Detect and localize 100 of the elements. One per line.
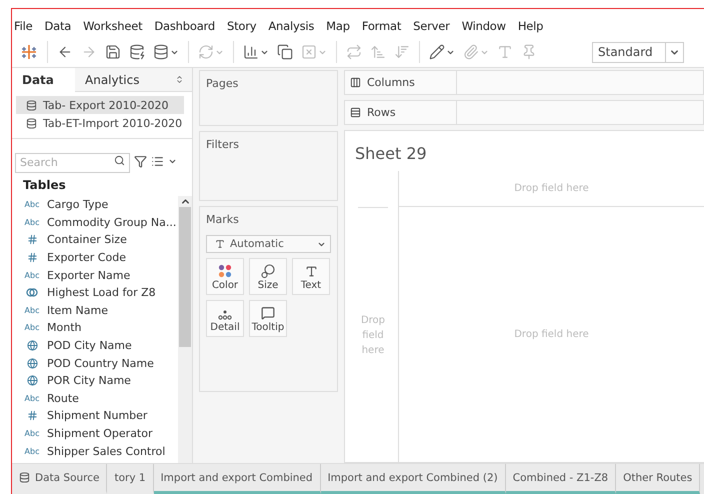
database-icon bbox=[153, 44, 169, 60]
field-name: POD City Name bbox=[47, 339, 132, 352]
field-item[interactable]: Shipment Number bbox=[12, 407, 178, 425]
menu-item[interactable]: Dashboard bbox=[154, 19, 223, 33]
sort-descending-icon bbox=[394, 44, 410, 60]
field-item[interactable]: Abc Shipment Operator bbox=[12, 424, 178, 442]
field-item[interactable]: Exporter Code bbox=[12, 248, 178, 266]
field-item[interactable]: POD City Name bbox=[12, 336, 178, 354]
card-title: Pages bbox=[206, 77, 240, 90]
linked-circles-icon bbox=[26, 287, 38, 298]
search-field[interactable]: Search bbox=[15, 152, 130, 172]
mark-button[interactable]: Detail bbox=[206, 300, 244, 337]
mark-type-dropdown[interactable]: Automatic bbox=[206, 235, 331, 253]
data-source-item[interactable]: Tab- Export 2010-2020 bbox=[16, 96, 184, 114]
pane-tab[interactable]: Data bbox=[12, 68, 75, 92]
data-source-item[interactable]: Tab-ET-Import 2010-2020 bbox=[16, 114, 184, 132]
menu-item[interactable]: Format bbox=[362, 19, 410, 33]
logo-icon bbox=[20, 43, 38, 61]
globe-icon bbox=[26, 358, 38, 369]
field-name: Route bbox=[47, 392, 79, 405]
mark-button[interactable]: Tooltip bbox=[249, 300, 287, 337]
text-icon bbox=[304, 265, 318, 278]
field-name: Shipper Sales Control bbox=[47, 444, 166, 458]
mark-button[interactable]: Size bbox=[249, 258, 287, 295]
text-icon bbox=[497, 44, 513, 60]
shelf-label: Rows bbox=[367, 106, 396, 119]
clear-icon bbox=[301, 44, 317, 60]
detail-dots-icon bbox=[218, 310, 232, 320]
type-label: Abc bbox=[24, 200, 40, 210]
search-icon bbox=[114, 155, 125, 166]
tables-heading: Tables bbox=[22, 177, 67, 194]
hash-icon bbox=[26, 234, 38, 246]
menu-item[interactable]: Data bbox=[44, 19, 80, 33]
shelf-label: Columns bbox=[367, 76, 415, 89]
sort-arrows-icon bbox=[175, 75, 184, 84]
paperclip-icon bbox=[463, 44, 479, 60]
type-label: Abc bbox=[24, 446, 40, 456]
field-name: Container Size bbox=[47, 233, 127, 246]
scrollbar[interactable] bbox=[178, 196, 192, 463]
text-icon bbox=[215, 239, 225, 249]
save-icon bbox=[105, 44, 121, 60]
type-label: Abc bbox=[24, 306, 40, 315]
menu-item[interactable]: Analysis bbox=[268, 19, 322, 33]
type-label: Abc bbox=[24, 323, 40, 332]
fit-dropdown[interactable]: Standard bbox=[592, 42, 684, 62]
field-item[interactable]: POR City Name bbox=[12, 372, 178, 390]
swap-icon bbox=[346, 44, 362, 60]
field-name: POD Country Name bbox=[47, 356, 154, 370]
pin-icon bbox=[521, 44, 537, 60]
globe-icon bbox=[26, 375, 38, 386]
rows-icon bbox=[350, 107, 361, 118]
menu-item[interactable]: Help bbox=[518, 19, 552, 33]
field-name: Commodity Group Na... bbox=[47, 216, 176, 229]
database-icon bbox=[19, 472, 30, 483]
field-item[interactable]: Abc Cargo Type bbox=[12, 196, 178, 214]
field-item[interactable]: Abc Exporter Name bbox=[12, 266, 178, 284]
mark-button[interactable]: Color bbox=[206, 258, 244, 295]
copy-icon bbox=[277, 44, 293, 60]
database-icon bbox=[26, 118, 37, 128]
field-item[interactable]: Abc Item Name bbox=[12, 302, 178, 320]
field-item[interactable]: POD Country Name bbox=[12, 354, 178, 372]
sheet-tab[interactable]: Import and export Combined bbox=[154, 464, 321, 494]
menu-item[interactable]: Worksheet bbox=[83, 19, 150, 33]
list-view-icon[interactable] bbox=[151, 154, 164, 168]
type-label: Abc bbox=[24, 270, 40, 280]
menu-item[interactable]: Server bbox=[413, 19, 458, 33]
size-circles-icon bbox=[261, 264, 275, 278]
pencil-icon bbox=[429, 44, 445, 60]
field-name: POR City Name bbox=[47, 374, 131, 388]
refresh-icon bbox=[198, 44, 214, 60]
mark-button[interactable]: Text bbox=[292, 258, 330, 295]
field-item[interactable]: Abc Month bbox=[12, 319, 178, 337]
hash-icon bbox=[26, 252, 38, 264]
field-item[interactable]: Container Size bbox=[12, 231, 178, 249]
field-item[interactable]: Highest Load for Z8 bbox=[12, 284, 178, 302]
field-name: Exporter Code bbox=[47, 251, 126, 264]
menu-item[interactable]: Map bbox=[326, 19, 358, 33]
card-title: Marks bbox=[206, 213, 240, 226]
menu-item[interactable]: Story bbox=[226, 19, 264, 33]
filter-icon[interactable] bbox=[134, 154, 147, 168]
globe-icon bbox=[26, 340, 38, 352]
field-name: Exporter Name bbox=[47, 268, 130, 282]
sheet-tab[interactable]: Other Routes bbox=[616, 464, 700, 494]
sheet-tab[interactable]: Combined - Z1-Z8 bbox=[506, 464, 616, 494]
field-name: Cargo Type bbox=[47, 198, 108, 212]
field-item[interactable]: Abc Shipper Sales Control bbox=[12, 442, 178, 460]
back-arrow-icon bbox=[57, 44, 73, 60]
shelf[interactable]: Rows bbox=[344, 100, 704, 125]
sheet-tab[interactable]: Import and export Combined (2) bbox=[320, 464, 506, 494]
hash-icon bbox=[26, 410, 38, 422]
type-label: Abc bbox=[24, 429, 40, 438]
menu-item[interactable]: Window bbox=[462, 19, 514, 33]
color-dots-icon bbox=[218, 264, 232, 278]
shelf[interactable]: Columns bbox=[344, 70, 704, 95]
menu-item[interactable]: File bbox=[14, 19, 40, 33]
sheet-title: Sheet 29 bbox=[354, 143, 428, 165]
field-name: Month bbox=[47, 321, 82, 334]
columns-icon bbox=[350, 77, 361, 88]
field-item[interactable]: Abc Commodity Group Na... bbox=[12, 214, 178, 232]
field-item[interactable]: Abc Route bbox=[12, 390, 178, 408]
